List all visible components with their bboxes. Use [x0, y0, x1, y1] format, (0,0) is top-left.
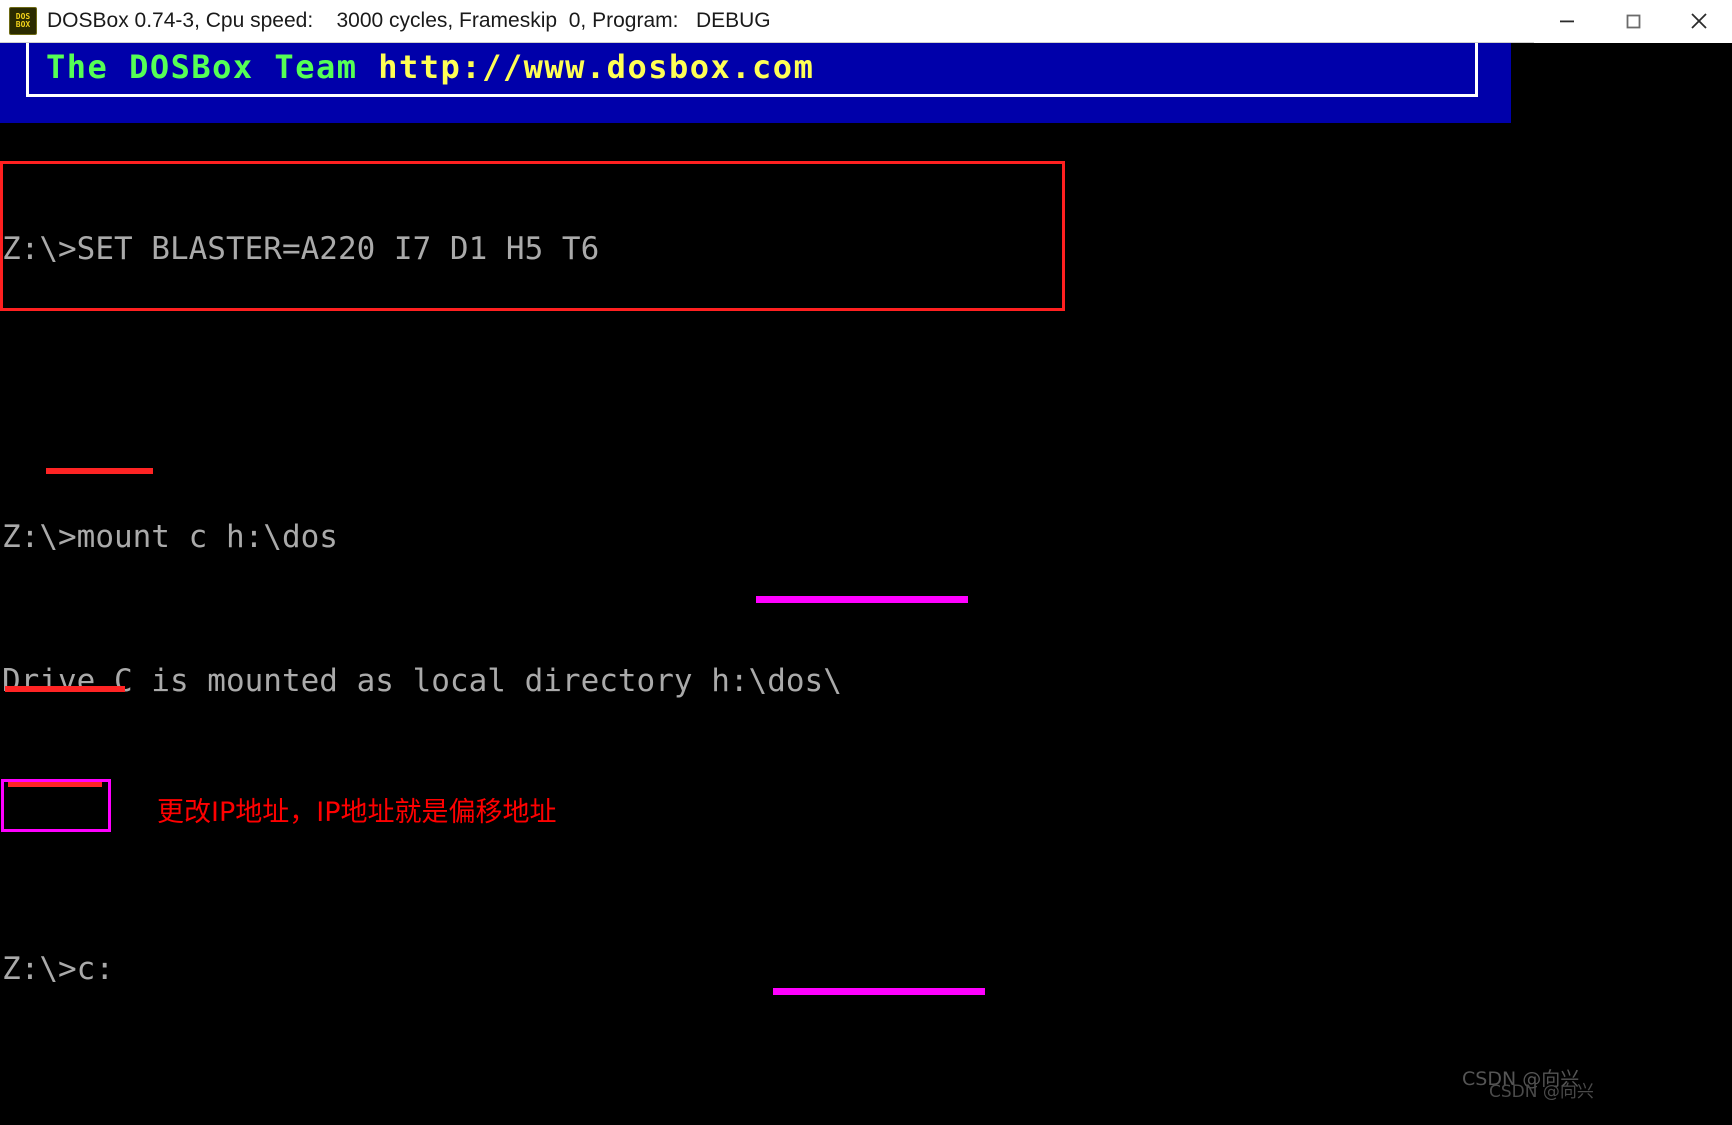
app-icon-line-2: BOX [15, 20, 31, 29]
maximize-icon [1626, 14, 1641, 29]
console-line: Z:\>c: [2, 951, 114, 987]
watermark-text-secondary: CSDN @向兴 [1489, 1082, 1594, 1102]
banner-url-link: http://www.dosbox.com [378, 48, 815, 86]
close-button[interactable] [1666, 0, 1732, 43]
console-line: Z:\>mount c h:\dos [2, 519, 338, 555]
dosbox-welcome-banner: The DOSBox Team http://www.dosbox.com [0, 43, 1511, 123]
window-controls [1534, 0, 1732, 43]
minimize-icon [1560, 20, 1574, 23]
close-icon [1691, 13, 1707, 29]
dosbox-application-window: DOS BOX DOSBox 0.74-3, Cpu speed: 3000 c… [0, 0, 1732, 1125]
maximize-button[interactable] [1600, 0, 1666, 43]
dosbox-app-icon: DOS BOX [9, 7, 37, 35]
banner-team-label: The DOSBox Team [46, 48, 379, 86]
minimize-button[interactable] [1534, 0, 1600, 43]
console-line: Drive C is mounted as local directory h:… [2, 663, 842, 699]
window-title: DOSBox 0.74-3, Cpu speed: 3000 cycles, F… [47, 9, 771, 32]
banner-text: The DOSBox Team http://www.dosbox.com [46, 45, 814, 89]
console-line: Z:\>SET BLASTER=A220 I7 D1 H5 T6 [2, 231, 600, 267]
window-titlebar[interactable]: DOS BOX DOSBox 0.74-3, Cpu speed: 3000 c… [0, 0, 1732, 43]
annotation-note-text: 更改IP地址，IP地址就是偏移地址 [157, 797, 557, 828]
dos-console-screen[interactable]: The DOSBox Team http://www.dosbox.com Z:… [0, 43, 1732, 1125]
console-text-output: Z:\>SET BLASTER=A220 I7 D1 H5 T6 Z:\>mou… [0, 129, 1732, 1125]
